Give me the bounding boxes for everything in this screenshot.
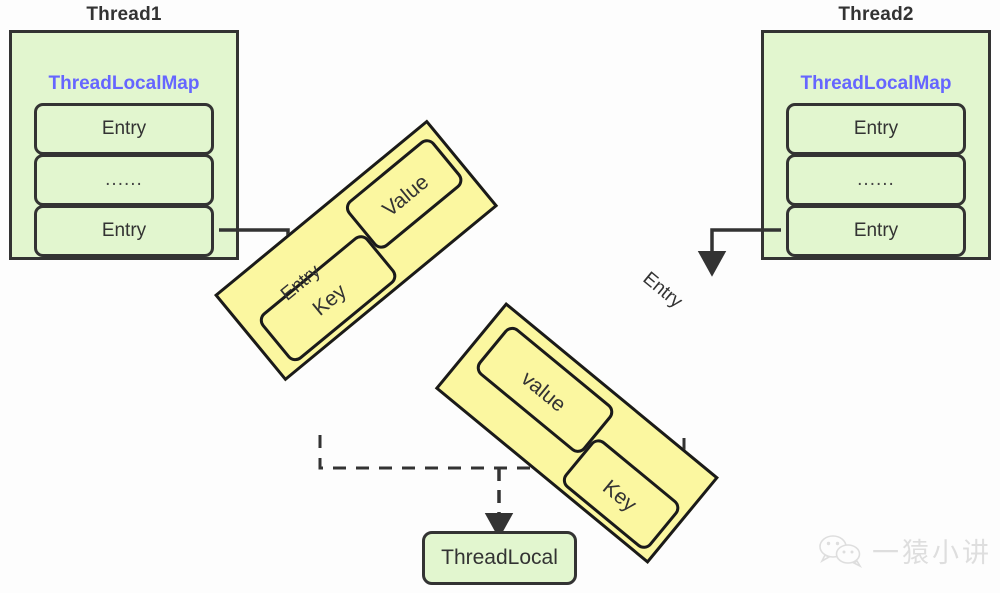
diagram-canvas: Thread1 ThreadLocalMap Entry ...... Entr… [0,0,1000,593]
watermark-text: 一猿小讲 [872,538,992,569]
watermark: 一猿小讲 [818,531,992,570]
arrow-thread2-to-entry-card [697,228,781,277]
threadlocal-box[interactable]: ThreadLocal [422,531,577,585]
connectors-layer [219,228,781,539]
wechat-icon [819,534,863,568]
